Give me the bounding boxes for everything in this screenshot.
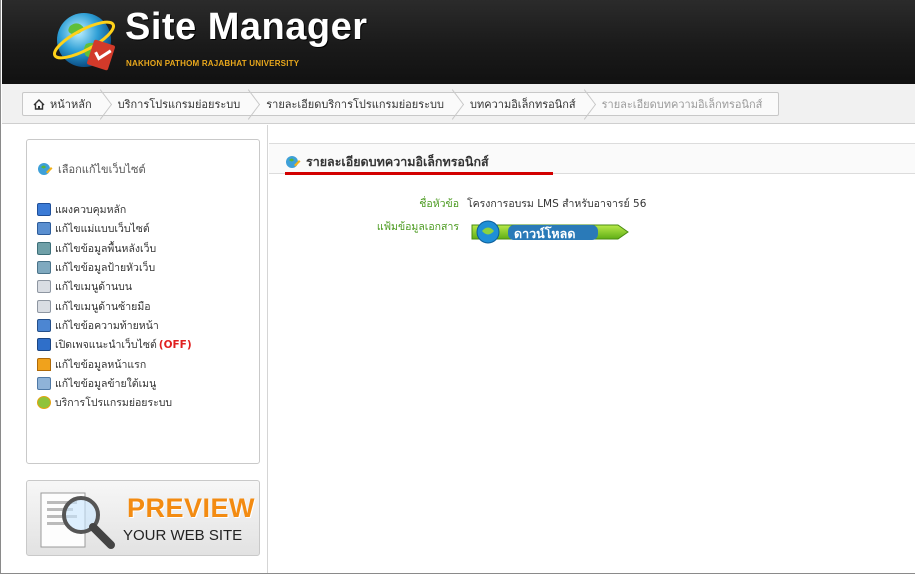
sidebar-item-label: แก้ไขข้อความท้ายหน้า	[55, 319, 159, 332]
breadcrumb-label: บริการโปรแกรมย่อยระบบ	[117, 98, 241, 111]
background-icon	[37, 241, 51, 255]
sidebar-item-label: แก้ไขเมนูด้านบน	[55, 281, 133, 294]
magnifier-document-icon	[40, 492, 115, 549]
page-title: รายละเอียดบทความอิเล็กทรอนิกส์	[285, 152, 489, 172]
sidebar-item-left-menu[interactable]: แก้ไขเมนูด้านซ้ายมือ	[37, 296, 192, 315]
home-icon	[33, 98, 45, 110]
dashboard-icon	[37, 203, 51, 217]
banner-icon	[37, 261, 51, 275]
breadcrumb-item-current: รายละเอียดบทความอิเล็กทรอนิกส์	[592, 93, 779, 115]
app-subtitle: NAKHON PATHOM RAJABHAT UNIVERSITY	[126, 59, 300, 68]
sidebar-item-dashboard[interactable]: แผงควบคุมหลัก	[37, 200, 192, 219]
breadcrumb-bar: หน้าหลัก บริการโปรแกรมย่อยระบบ รายละเอีย…	[2, 84, 915, 124]
topic-row: ชื่อหัวข้อ โครงการอบรม LMS สำหรับอาจารย์…	[277, 195, 646, 212]
breadcrumb-label: รายละเอียดบทความอิเล็กทรอนิกส์	[601, 98, 763, 111]
template-icon	[37, 222, 51, 236]
home-page-icon	[37, 357, 51, 371]
sidebar-item-label: แก้ไขแม่แบบเว็บไซต์	[55, 223, 150, 236]
sidebar-item-banner[interactable]: แก้ไขข้อมูลป้ายหัวเว็บ	[37, 258, 192, 277]
breadcrumb-item-service-detail[interactable]: รายละเอียดบริการโปรแกรมย่อยระบบ	[256, 93, 460, 115]
sidebar-item-intro-page[interactable]: เปิดเพจแนะนำเว็บไซต์ (OFF)	[37, 335, 192, 354]
sidebar-menu-list: แผงควบคุมหลัก แก้ไขแม่แบบเว็บไซต์ แก้ไขข…	[37, 200, 192, 412]
download-label: ดาวน์โหลด	[514, 226, 576, 241]
sidebar-item-label: แก้ไขข้อมูลหน้าแรก	[55, 358, 147, 371]
globe-logo-icon	[52, 13, 116, 71]
intro-page-icon	[37, 338, 51, 352]
globe-edit-icon	[38, 163, 53, 175]
sidebar-item-label: แก้ไขข้อมูลป้ายหัวเว็บ	[55, 262, 156, 275]
breadcrumb-label: บทความอิเล็กทรอนิกส์	[470, 98, 576, 111]
topic-label: ชื่อหัวข้อ	[419, 198, 459, 210]
preview-website-button[interactable]: PREVIEW YOUR WEB SITE	[26, 480, 260, 556]
sidebar-item-background[interactable]: แก้ไขข้อมูลพื้นหลังเว็บ	[37, 239, 192, 258]
breadcrumb: หน้าหลัก บริการโปรแกรมย่อยระบบ รายละเอีย…	[22, 92, 780, 116]
globe-edit-icon	[286, 156, 301, 168]
preview-title: PREVIEW	[127, 493, 256, 523]
sidebar-item-label: แก้ไขข้อมูลข้ายใต้เมนู	[55, 377, 157, 390]
preview-subtitle: YOUR WEB SITE	[123, 527, 243, 544]
top-menu-icon	[37, 280, 51, 294]
breadcrumb-item-articles[interactable]: บทความอิเล็กทรอนิกส์	[460, 93, 592, 115]
main-content: รายละเอียดบทความอิเล็กทรอนิกส์ ชื่อหัวข้…	[269, 125, 915, 573]
sidebar-item-label: บริการโปรแกรมย่อยระบบ	[55, 397, 173, 410]
breadcrumb-label: รายละเอียดบริการโปรแกรมย่อยระบบ	[266, 98, 444, 111]
sidebar-item-template[interactable]: แก้ไขแม่แบบเว็บไซต์	[37, 219, 192, 238]
sidebar-header-label: เลือกแก้ไขเว็บไซต์	[58, 163, 146, 176]
site-header: Site Manager NAKHON PATHOM RAJABHAT UNIV…	[2, 0, 915, 84]
services-icon	[37, 396, 51, 410]
sidebar-item-home-page[interactable]: แก้ไขข้อมูลหน้าแรก	[37, 354, 192, 373]
sidebar-menu: เลือกแก้ไขเว็บไซต์ แผงควบคุมหลัก แก้ไขแม…	[26, 139, 260, 464]
sidebar-item-services[interactable]: บริการโปรแกรมย่อยระบบ	[37, 393, 192, 412]
sidebar-item-footer[interactable]: แก้ไขข้อความท้ายหน้า	[37, 316, 192, 335]
app-frame: Site Manager NAKHON PATHOM RAJABHAT UNIV…	[0, 0, 915, 574]
sidebar-item-label: แก้ไขเมนูด้านซ้ายมือ	[55, 300, 151, 313]
sidebar-item-label: แผงควบคุมหลัก	[55, 204, 127, 217]
download-button[interactable]: ดาวน์โหลด	[470, 219, 630, 245]
footer-icon	[37, 318, 51, 332]
sub-menu-icon	[37, 376, 51, 390]
sidebar-item-sub-menu[interactable]: แก้ไขข้อมูลข้ายใต้เมนู	[37, 374, 192, 393]
left-menu-icon	[37, 299, 51, 313]
sidebar-item-top-menu[interactable]: แก้ไขเมนูด้านบน	[37, 277, 192, 296]
breadcrumb-item-home[interactable]: หน้าหลัก	[23, 93, 108, 115]
sidebar: เลือกแก้ไขเว็บไซต์ แผงควบคุมหลัก แก้ไขแม…	[2, 125, 268, 573]
status-badge: (OFF)	[158, 338, 192, 351]
sidebar-item-label: แก้ไขข้อมูลพื้นหลังเว็บ	[55, 242, 157, 255]
breadcrumb-label: หน้าหลัก	[50, 98, 92, 111]
file-row: แฟ้มข้อมูลเอกสาร	[277, 218, 467, 235]
content-title-bar: รายละเอียดบทความอิเล็กทรอนิกส์	[269, 143, 915, 174]
sidebar-header[interactable]: เลือกแก้ไขเว็บไซต์	[37, 160, 146, 178]
page-title-text: รายละเอียดบทความอิเล็กทรอนิกส์	[306, 154, 489, 169]
app-title: Site Manager	[125, 6, 368, 48]
sidebar-item-label: เปิดเพจแนะนำเว็บไซต์	[55, 339, 157, 352]
file-label: แฟ้มข้อมูลเอกสาร	[376, 221, 459, 233]
title-underline	[285, 172, 553, 175]
breadcrumb-item-services[interactable]: บริการโปรแกรมย่อยระบบ	[108, 93, 257, 115]
topic-value: โครงการอบรม LMS สำหรับอาจารย์ 56	[467, 198, 647, 210]
